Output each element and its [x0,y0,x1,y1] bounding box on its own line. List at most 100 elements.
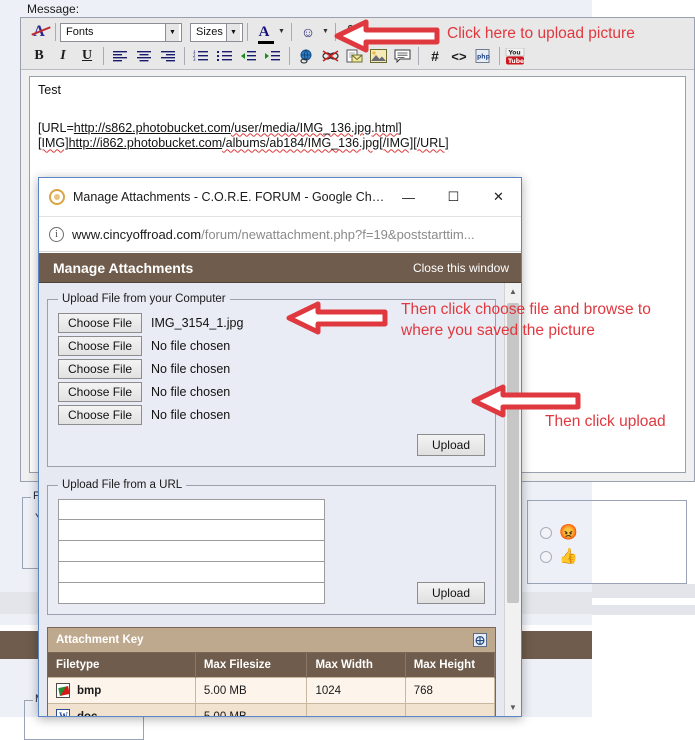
collapse-icon[interactable]: ⨁ [473,633,487,647]
file-row: Choose File No file chosen [58,405,485,425]
font-color-icon[interactable]: A [252,21,276,44]
svg-text:3: 3 [193,57,196,62]
post-icon-option-thumbsup[interactable]: 👍 [540,549,578,564]
php-file-glyph: php [475,49,491,63]
chevron-down-icon[interactable]: ▼ [276,21,287,43]
column-max-filesize: Max Filesize [195,653,308,678]
url-input-list [58,499,325,604]
table-header-row: Filetype Max Filesize Max Width Max Heig… [48,653,496,678]
toolbar-divider [247,23,248,41]
underline-button[interactable]: U [75,45,99,67]
bullet-list-glyph [217,51,232,61]
word-file-icon [56,709,70,716]
max-width-doc: - [306,703,406,716]
chevron-down-icon[interactable]: ▼ [320,21,331,43]
site-info-icon[interactable]: i [49,226,64,242]
file-row: Choose File No file chosen [58,359,485,379]
url-path: /forum/newattachment.php?f=19&poststartt… [201,226,475,242]
address-bar[interactable]: i www.cincyoffroad.com/forum/newattachme… [39,217,521,252]
align-left-glyph [113,51,127,62]
max-height-doc: - [405,703,496,716]
remove-formatting-icon[interactable]: A [27,21,51,43]
choose-file-button-1[interactable]: Choose File [58,313,143,333]
smiley-icon[interactable]: ☺ [296,21,320,43]
message-label: Message: [27,2,80,16]
align-left-icon[interactable] [108,45,132,67]
chevron-down-icon: ▼ [165,23,179,41]
close-this-window-link[interactable]: Close this window [413,261,509,275]
arrow-choose-file [286,301,388,335]
bold-button[interactable]: B [27,45,51,67]
manage-attachments-header: Manage Attachments Close this window [39,253,521,283]
chevron-down-icon: ▼ [226,23,240,41]
globe-link-glyph [299,49,311,64]
toolbar-divider [289,47,290,65]
close-button[interactable]: ✕ [476,178,521,216]
paint-file-icon [56,683,70,698]
attachment-key-header: Attachment Key ⨁ [48,628,495,653]
decrease-indent-icon[interactable] [237,45,261,67]
minimize-button[interactable]: — [386,178,431,216]
file-name-1: IMG_3154_1.jpg [151,316,244,330]
bullet-list-icon[interactable] [213,45,237,67]
increase-indent-icon[interactable] [261,45,285,67]
filetype-label: bmp [77,684,102,697]
url-input-3[interactable] [58,541,325,562]
address-bar-url: www.cincyoffroad.com/forum/newattachment… [72,227,475,242]
insert-link-icon[interactable] [294,45,318,67]
maximize-button[interactable]: ☐ [431,178,476,216]
post-icon-option-angry[interactable]: 😡 [540,525,578,540]
toolbar-row-2: B I U 12 3 # <> php You Tube [27,44,526,68]
filetype-cell-bmp: bmp [56,683,187,698]
align-right-icon[interactable] [156,45,180,67]
message-line-url: [URL=http://s862.photobucket.com/user/me… [38,120,402,135]
choose-file-button-3[interactable]: Choose File [58,359,143,379]
choose-file-button-5[interactable]: Choose File [58,405,143,425]
annotation-choose-file: Then click choose file and browse to whe… [401,301,651,339]
insert-code-icon[interactable]: <> [447,45,471,67]
insert-php-icon[interactable]: php [471,45,495,67]
annotation-upload-picture: Click here to upload picture [447,25,635,42]
italic-button[interactable]: I [51,45,75,67]
url-input-1[interactable] [58,499,325,520]
attachment-key-title: Attachment Key [56,634,144,646]
url-input-5[interactable] [58,583,325,604]
align-center-icon[interactable] [132,45,156,67]
decrease-indent-glyph [241,51,256,61]
upload-computer-button[interactable]: Upload [416,434,485,456]
window-title: Manage Attachments - C.O.R.E. FORUM - Go… [73,190,386,204]
font-family-select[interactable]: Fonts ▼ [60,22,182,42]
increase-indent-glyph [265,51,280,61]
message-line-test: Test [38,83,61,97]
toolbar-divider [184,47,185,65]
max-height-bmp: 768 [405,677,496,704]
align-center-glyph [137,51,151,62]
toolbar-divider [55,23,56,41]
radio-angry[interactable] [540,526,552,539]
scroll-up-arrow-icon[interactable]: ▲ [505,283,521,300]
photobucket-path-2: /albums/ab184/IMG_136.jpg [222,136,380,151]
scrollbar-thumb[interactable] [507,303,519,603]
scroll-down-arrow-icon[interactable]: ▼ [505,699,521,716]
ordered-list-icon[interactable]: 123 [189,45,213,67]
toolbar-divider [499,47,500,65]
arrow-upload-picture [334,19,440,53]
window-titlebar[interactable]: Manage Attachments - C.O.R.E. FORUM - Go… [39,178,521,217]
youtube-glyph: You Tube [505,47,525,65]
upload-from-computer-legend: Upload File from your Computer [62,293,226,305]
radio-thumbsup[interactable] [540,550,552,563]
photobucket-path-1: /user/media/IMG_136.jpg.html [230,120,399,135]
file-name-3: No file chosen [151,362,231,376]
window-scrollbar[interactable]: ▲ ▼ [504,283,521,716]
max-filesize-doc: 5.00 MB [195,703,308,716]
insert-video-icon[interactable]: You Tube [504,45,526,67]
url-input-2[interactable] [58,520,325,541]
font-size-select[interactable]: Sizes ▼ [190,22,243,42]
toolbar-row-1: A Fonts ▼ Sizes ▼ A ▼ ☺ ▼ ▼ [27,20,375,44]
upload-url-button[interactable]: Upload [416,582,485,604]
upload-from-url-legend: Upload File from a URL [62,479,183,491]
file-row: Choose File No file chosen [58,382,485,402]
choose-file-button-4[interactable]: Choose File [58,382,143,402]
choose-file-button-2[interactable]: Choose File [58,336,143,356]
url-input-4[interactable] [58,562,325,583]
